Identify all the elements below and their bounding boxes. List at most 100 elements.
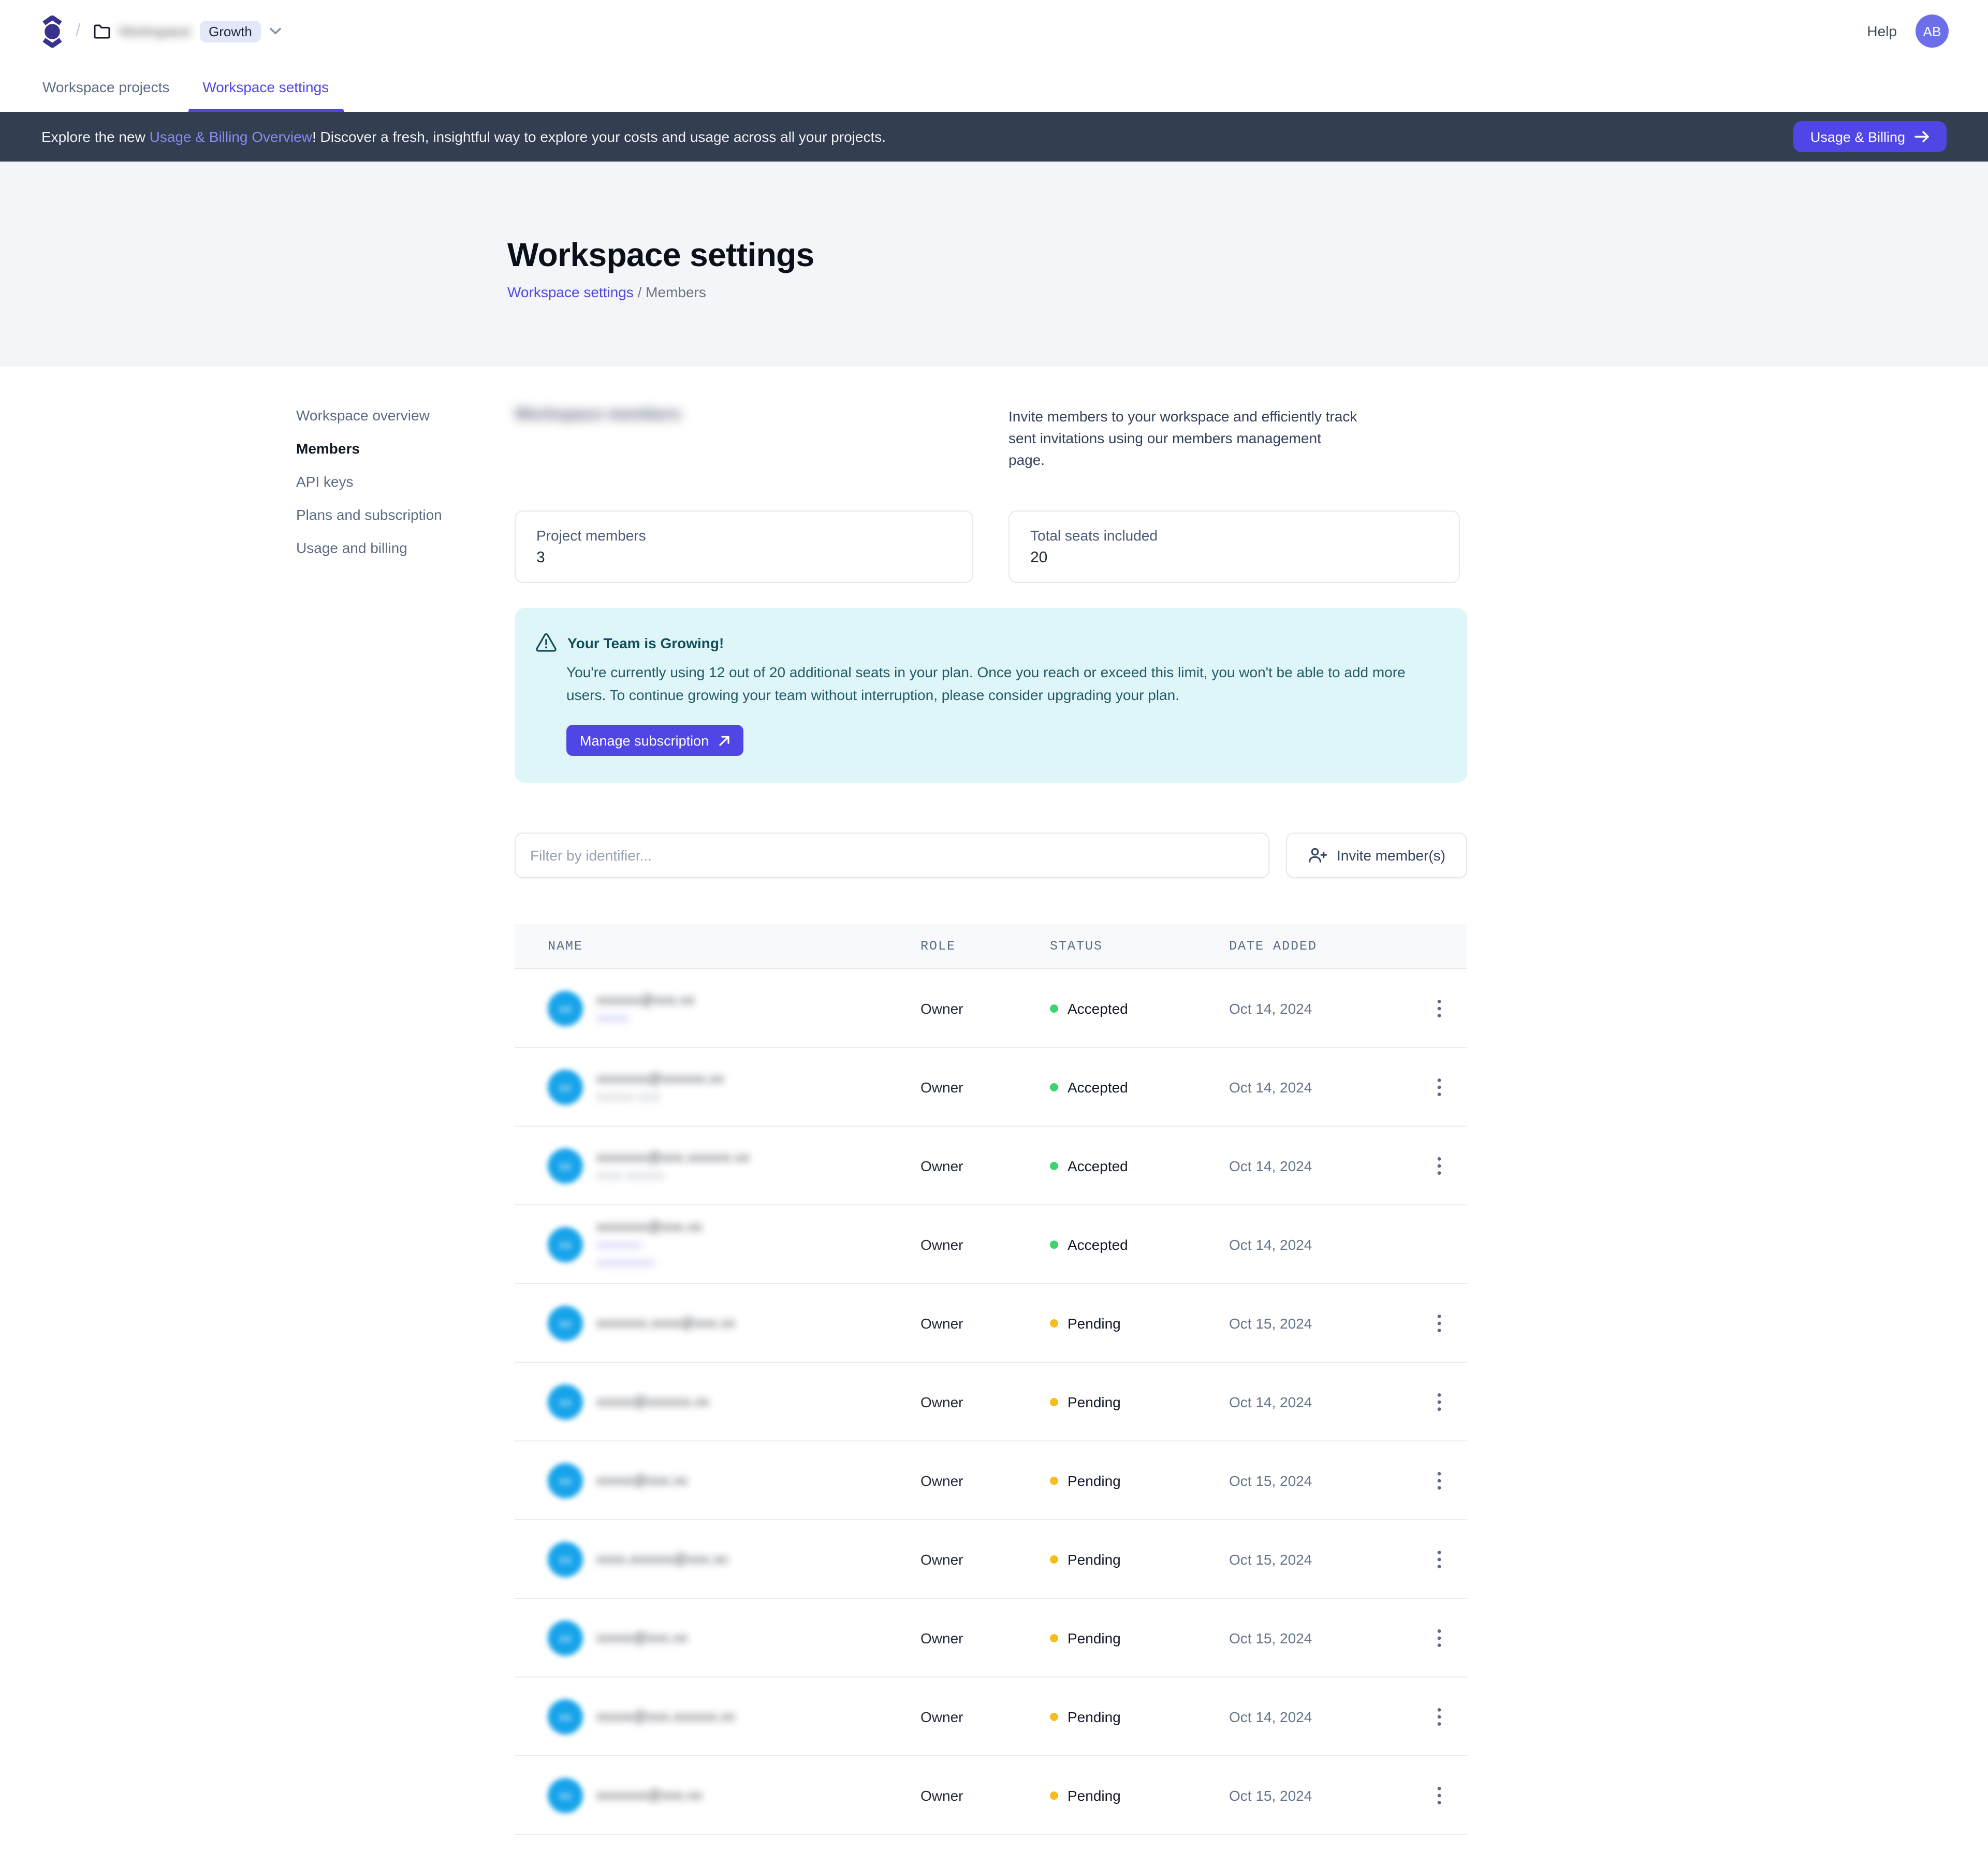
- filter-input[interactable]: [515, 833, 1269, 878]
- member-name-cell: xx xxxxx@xxxxxx.xx: [515, 1374, 920, 1430]
- member-avatar: xx: [548, 1384, 583, 1419]
- member-status: Pending: [1050, 1551, 1229, 1567]
- member-date-added: Oct 14, 2024: [1229, 1393, 1426, 1410]
- status-dot-icon: [1050, 1634, 1058, 1642]
- row-menu-button[interactable]: [1426, 1309, 1453, 1336]
- folder-icon: [93, 23, 110, 39]
- member-actions-cell: [1426, 1388, 1467, 1415]
- column-header-role: ROLE: [920, 939, 1050, 953]
- invite-members-button[interactable]: Invite member(s): [1286, 833, 1467, 878]
- workspace-tabs: Workspace projectsWorkspace settings: [0, 62, 1988, 112]
- member-date-added: Oct 14, 2024: [1229, 1708, 1426, 1725]
- member-name-cell: xx xxxx.xxxxxx@xxx.xx: [515, 1531, 920, 1587]
- sidebar-item-usage-and-billing[interactable]: Usage and billing: [296, 538, 515, 558]
- member-role: Owner: [920, 1551, 1050, 1567]
- tab-workspace-projects[interactable]: Workspace projects: [28, 62, 184, 112]
- row-menu-button[interactable]: [1426, 1388, 1453, 1415]
- plan-badge: Growth: [199, 20, 261, 42]
- row-menu-button[interactable]: [1426, 1152, 1453, 1179]
- members-section-description: Invite members to your workspace and eff…: [1008, 406, 1361, 471]
- top-navbar: / Workspace Growth Help AB: [0, 0, 1988, 62]
- member-sublabel: xxxxxxxxx: [596, 1255, 702, 1271]
- member-name-cell: xxxxxxxxx@xxx.xx: [515, 1767, 920, 1823]
- member-date-added: Oct 15, 2024: [1229, 1629, 1426, 1646]
- stat-value: 3: [536, 549, 952, 566]
- settings-side-nav: Workspace overview Members API keys Plans a…: [296, 406, 515, 1835]
- row-menu-button[interactable]: [1426, 1546, 1453, 1572]
- user-avatar[interactable]: AB: [1916, 14, 1949, 48]
- member-role: Owner: [920, 1708, 1050, 1725]
- status-dot-icon: [1050, 1712, 1058, 1721]
- row-menu-button[interactable]: [1426, 1782, 1453, 1809]
- page-title: Workspace settings: [507, 236, 1988, 273]
- workspace-settings-page: / Workspace Growth Help AB Workspace pro…: [0, 0, 1988, 1866]
- member-email: xxxxxx@xxx.xx: [596, 990, 695, 1008]
- workspace-switcher[interactable]: Workspace Growth: [93, 20, 282, 42]
- member-avatar: xx: [548, 1777, 583, 1813]
- page-header: Workspace settings Workspace settings / …: [0, 162, 1988, 367]
- member-email: xxxx.xxxxxx@xxx.xx: [596, 1550, 728, 1568]
- member-avatar: xx: [548, 1541, 583, 1577]
- member-date-added: Oct 14, 2024: [1229, 1157, 1426, 1174]
- member-status: Pending: [1050, 1393, 1229, 1410]
- workspace-name: Workspace: [119, 23, 191, 39]
- member-name-cell: xxxxxxxxx@xxx.xxxxxxxxxxxxxxxxxx: [515, 1207, 920, 1281]
- usage-billing-overview-link[interactable]: Usage & Billing Overview: [150, 128, 312, 145]
- stat-label: Project members: [536, 527, 952, 544]
- alert-title: Your Team is Growing!: [567, 634, 724, 651]
- table-row: xxxxxxxxx@xxx.xxOwnerPendingOct 15, 2024: [515, 1756, 1467, 1835]
- member-avatar: xx: [548, 1699, 583, 1734]
- column-header-date-added: DATE ADDED: [1229, 939, 1426, 953]
- breadcrumb-slash: /: [76, 21, 80, 41]
- alert-body: You're currently using 12 out of 20 addi…: [566, 661, 1438, 706]
- member-role: Owner: [920, 1078, 1050, 1095]
- breadcrumb-workspace-settings-link[interactable]: Workspace settings: [507, 284, 634, 300]
- member-name-cell: xx xxxxx@xxx.xxxxxx.xx: [515, 1688, 920, 1744]
- app-logo-icon[interactable]: [41, 15, 63, 47]
- member-actions-cell: [1426, 1782, 1467, 1809]
- member-email: xxxxx@xxx.xx: [596, 1629, 688, 1646]
- sidebar-item-members[interactable]: Members: [296, 439, 515, 459]
- members-table: NAME ROLE STATUS DATE ADDED xxxxxxxx@xxx…: [515, 924, 1467, 1835]
- table-row: xxxxxxx@xxx.xxOwnerPendingOct 15, 2024: [515, 1441, 1467, 1520]
- stat-value: 20: [1030, 549, 1438, 566]
- status-dot-icon: [1050, 1476, 1058, 1484]
- sidebar-item-workspace-overview[interactable]: Workspace overview: [296, 406, 515, 426]
- row-menu-button[interactable]: [1426, 1703, 1453, 1730]
- sidebar-item-plans-and-subscription[interactable]: Plans and subscription: [296, 505, 515, 525]
- member-role: Owner: [920, 1472, 1050, 1489]
- member-sublabel: xxxxx: [596, 1010, 695, 1026]
- status-dot-icon: [1050, 1083, 1058, 1091]
- member-avatar: xx: [548, 1069, 583, 1104]
- member-status: Accepted: [1050, 1000, 1229, 1016]
- member-date-added: Oct 15, 2024: [1229, 1551, 1426, 1567]
- member-role: Owner: [920, 1393, 1050, 1410]
- table-row: xx xxxxx@xxxxxx.xx OwnerPendingOct 14, 202…: [515, 1363, 1467, 1441]
- table-row: xx xxxx.xxxxxx@xxx.xx OwnerPendingOct 15, …: [515, 1520, 1467, 1599]
- status-dot-icon: [1050, 1319, 1058, 1327]
- member-email: xxxxx@xxx.xxxxxx.xx: [596, 1708, 735, 1725]
- tab-workspace-settings[interactable]: Workspace settings: [188, 62, 343, 112]
- member-status: Pending: [1050, 1708, 1229, 1725]
- row-menu-button[interactable]: [1426, 1467, 1453, 1494]
- usage-billing-button[interactable]: Usage & Billing: [1794, 121, 1947, 152]
- status-dot-icon: [1050, 1240, 1058, 1248]
- member-name-cell: xxxxxxxxx.xxxx@xxx.xx: [515, 1295, 920, 1351]
- status-dot-icon: [1050, 1555, 1058, 1563]
- member-sublabel: xxxxxx (xx): [596, 1089, 724, 1104]
- member-avatar: xx: [548, 1620, 583, 1655]
- member-actions-cell: [1426, 1309, 1467, 1336]
- manage-subscription-button[interactable]: Manage subscription: [566, 725, 743, 756]
- member-email: xxxxx@xxxxxx.xx: [596, 1393, 709, 1410]
- row-menu-button[interactable]: [1426, 1073, 1453, 1100]
- arrow-up-right-icon: [718, 735, 729, 746]
- person-plus-icon: [1308, 847, 1327, 864]
- sidebar-item-api-keys[interactable]: API keys: [296, 472, 515, 492]
- member-actions-cell: [1426, 1073, 1467, 1100]
- table-row: xxxxxxxxx@xxxxxx.xxxxxxxx (xx)OwnerAccep…: [515, 1048, 1467, 1127]
- row-menu-button[interactable]: [1426, 995, 1453, 1022]
- row-menu-button[interactable]: [1426, 1624, 1453, 1651]
- member-status: Pending: [1050, 1472, 1229, 1489]
- help-link[interactable]: Help: [1867, 23, 1897, 39]
- member-status: Pending: [1050, 1629, 1229, 1646]
